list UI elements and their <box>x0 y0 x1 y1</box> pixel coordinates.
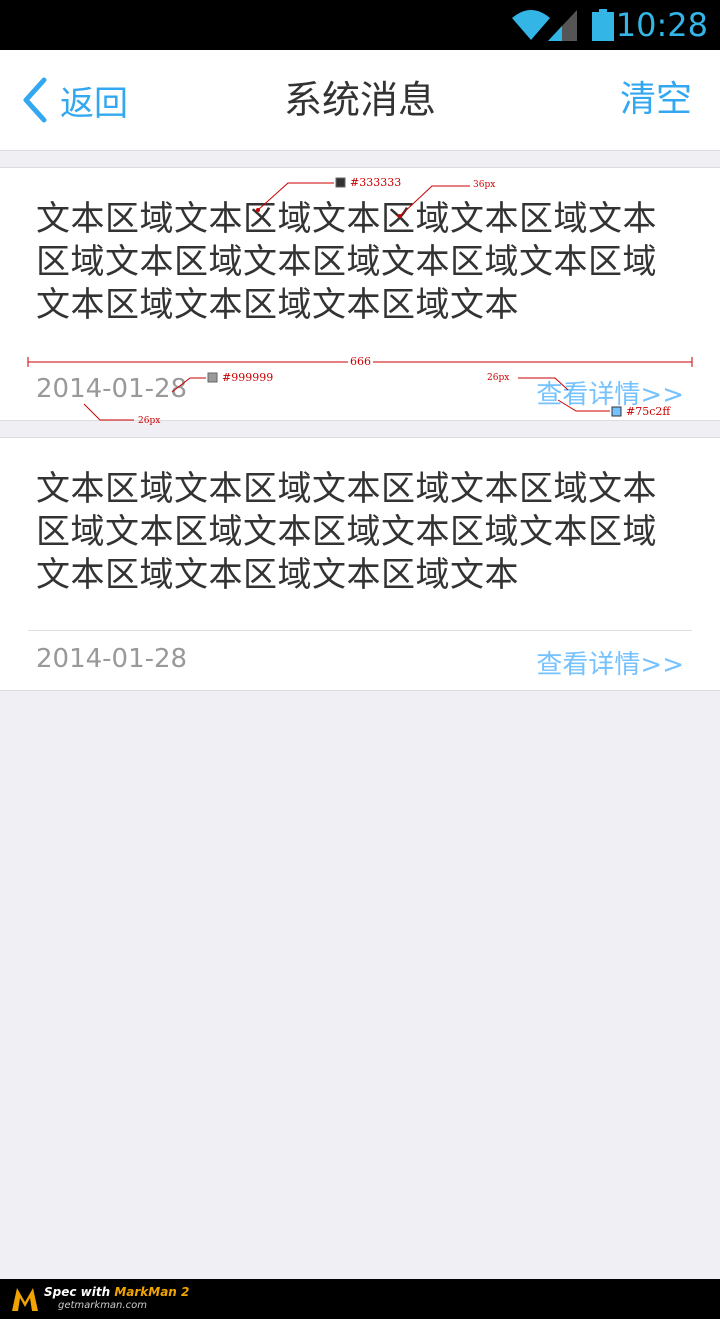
annotation-text-color: #333333 <box>350 176 402 189</box>
clear-button[interactable]: 清空 <box>620 50 692 150</box>
annotation-date-size: 26px <box>138 416 161 426</box>
signal-icon <box>548 10 577 41</box>
annotation-date-color: #999999 <box>222 371 274 384</box>
footer-brand: MarkMan 2 <box>114 1285 190 1299</box>
footer-site: getmarkman.com <box>58 1300 147 1311</box>
markman-logo-icon <box>12 1288 38 1311</box>
page-title: 系统消息 <box>283 78 436 122</box>
message-text: 文本区域文本区域文本区域文本区域文本区域文本区域文本区域文本区域文本区域文本区域… <box>36 469 657 595</box>
markman-footer: Spec with MarkMan 2 getmarkman.com <box>0 1279 720 1319</box>
status-bar: 10:28 <box>0 0 720 50</box>
view-details-link[interactable]: 查看详情>> <box>536 644 684 681</box>
divider <box>28 630 692 631</box>
footer-spec-text: Spec with MarkMan 2 <box>44 1285 189 1299</box>
message-card: 文本区域文本区域文本区域文本区域文本区域文本区域文本区域文本区域文本区域文本区域… <box>0 167 720 421</box>
footer-spec-prefix: Spec with <box>44 1285 115 1299</box>
annotation-width: 666 <box>348 355 373 368</box>
battery-icon <box>592 9 614 41</box>
message-text: 文本区域文本区域文本区域文本区域文本区域文本区域文本区域文本区域文本区域文本区域… <box>36 199 657 325</box>
annotation-link-size: 26px <box>487 373 510 383</box>
message-date: 2014-01-28 <box>36 374 188 404</box>
annotation-link-color: #75c2ff <box>626 405 671 418</box>
nav-bar: 返回 系统消息 清空 <box>0 50 720 151</box>
message-card: 文本区域文本区域文本区域文本区域文本区域文本区域文本区域文本区域文本区域文本区域… <box>0 437 720 691</box>
message-date: 2014-01-28 <box>36 644 188 674</box>
annotation-text-size: 36px <box>473 180 496 190</box>
status-time: 10:28 <box>615 6 708 44</box>
